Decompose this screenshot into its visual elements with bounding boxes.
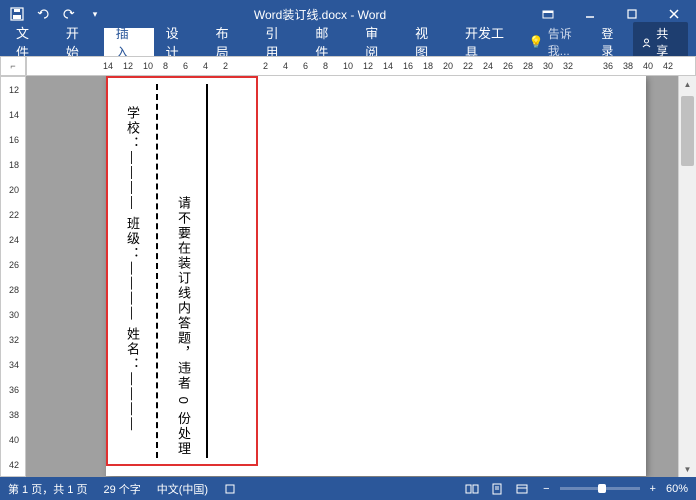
tab-file[interactable]: 文件 <box>4 28 54 56</box>
login-link[interactable]: 登录 <box>601 25 625 59</box>
ruler-tick: 38 <box>9 410 19 420</box>
page-counter[interactable]: 第 1 页，共 1 页 <box>8 481 87 497</box>
ruler-tick: 4 <box>283 61 288 71</box>
ruler-tick: 20 <box>9 185 19 195</box>
document-viewport[interactable]: 学校：———— 班级：———— 姓名：———— 请不要在装订线内答题，违者 0 … <box>26 76 678 477</box>
ruler-tick: 8 <box>323 61 328 71</box>
tab-layout[interactable]: 布局 <box>204 28 254 56</box>
ruler-tick: 2 <box>223 61 228 71</box>
vertical-ruler[interactable]: 12 14 16 18 20 22 24 26 28 30 32 34 36 38 40 42 <box>0 76 26 477</box>
share-icon <box>641 37 652 48</box>
ruler-tick: 8 <box>163 61 168 71</box>
qat-dropdown-icon[interactable]: ▾ <box>86 5 104 23</box>
ruler-area: ⌐ 14121086422468101214161820222426283032… <box>0 56 696 76</box>
ruler-tick: 2 <box>263 61 268 71</box>
ruler-tick: 40 <box>643 61 653 71</box>
ruler-tick: 42 <box>663 61 673 71</box>
word-count[interactable]: 29 个字 <box>103 481 140 497</box>
ruler-tick: 12 <box>9 85 19 95</box>
ruler-tick: 36 <box>603 61 613 71</box>
zoom-slider-knob[interactable] <box>598 484 606 493</box>
language-status[interactable]: 中文(中国) <box>157 481 208 497</box>
macro-recorder-icon[interactable] <box>224 483 236 495</box>
tell-me-search[interactable]: 💡 告诉我... <box>529 25 594 59</box>
share-label: 共享 <box>656 25 680 59</box>
ruler-tick: 36 <box>9 385 19 395</box>
vertical-scrollbar[interactable]: ▲ ▼ <box>678 76 696 477</box>
ruler-tick: 6 <box>303 61 308 71</box>
ruler-tick: 20 <box>443 61 453 71</box>
ruler-tick: 26 <box>9 260 19 270</box>
content-area: 12 14 16 18 20 22 24 26 28 30 32 34 36 38 40 42 学校：————… <box>0 76 696 477</box>
statusbar: 第 1 页，共 1 页 29 个字 中文(中国) − + 60% <box>0 477 696 500</box>
zoom-level[interactable]: 60% <box>666 483 688 495</box>
ribbon-tabs: 文件 开始 插入 设计 布局 引用 邮件 审阅 视图 开发工具 💡 告诉我...… <box>0 28 696 56</box>
ruler-tick: 34 <box>9 360 19 370</box>
ruler-tick: 10 <box>343 61 353 71</box>
ruler-tick: 26 <box>503 61 513 71</box>
ruler-tick: 12 <box>123 61 133 71</box>
quick-access-toolbar: ▾ <box>0 5 112 23</box>
tab-home[interactable]: 开始 <box>54 28 104 56</box>
zoom-out-icon[interactable]: − <box>543 483 549 495</box>
ruler-tick: 22 <box>9 210 19 220</box>
lightbulb-icon: 💡 <box>529 35 544 49</box>
zoom-slider[interactable] <box>560 487 640 490</box>
read-mode-icon[interactable] <box>461 480 483 498</box>
ruler-tick: 16 <box>403 61 413 71</box>
undo-icon[interactable] <box>34 5 52 23</box>
ruler-tick: 30 <box>543 61 553 71</box>
window-title: Word装订线.docx - Word <box>112 6 528 23</box>
ruler-tick: 28 <box>523 61 533 71</box>
ruler-tick: 32 <box>563 61 573 71</box>
tab-view[interactable]: 视图 <box>403 28 453 56</box>
save-icon[interactable] <box>8 5 26 23</box>
scrollbar-thumb[interactable] <box>681 96 694 166</box>
ruler-tick: 42 <box>9 460 19 470</box>
ruler-tick: 16 <box>9 135 19 145</box>
web-layout-icon[interactable] <box>511 480 533 498</box>
ruler-tick: 4 <box>203 61 208 71</box>
ruler-tick: 24 <box>483 61 493 71</box>
document-page[interactable]: 学校：———— 班级：———— 姓名：———— 请不要在装订线内答题，违者 0 … <box>106 76 646 476</box>
tab-references[interactable]: 引用 <box>253 28 303 56</box>
zoom-in-icon[interactable]: + <box>650 483 656 495</box>
ruler-tick: 40 <box>9 435 19 445</box>
tab-review[interactable]: 审阅 <box>353 28 403 56</box>
tell-me-label: 告诉我... <box>548 25 594 59</box>
ruler-tick: 14 <box>103 61 113 71</box>
ruler-tick: 14 <box>383 61 393 71</box>
ruler-tick: 32 <box>9 335 19 345</box>
ruler-tick: 14 <box>9 110 19 120</box>
tab-insert[interactable]: 插入 <box>104 28 154 56</box>
scroll-down-icon[interactable]: ▼ <box>679 461 696 477</box>
ruler-tick: 6 <box>183 61 188 71</box>
ruler-tick: 28 <box>9 285 19 295</box>
ruler-tick: 22 <box>463 61 473 71</box>
ruler-tick: 10 <box>143 61 153 71</box>
ruler-tick: 18 <box>9 160 19 170</box>
redo-icon[interactable] <box>60 5 78 23</box>
horizontal-ruler[interactable]: 1412108642246810121416182022242628303236… <box>26 56 696 76</box>
view-mode-buttons <box>461 480 533 498</box>
scroll-up-icon[interactable]: ▲ <box>679 76 696 92</box>
ruler-corner[interactable]: ⌐ <box>0 56 26 76</box>
print-layout-icon[interactable] <box>486 480 508 498</box>
tab-design[interactable]: 设计 <box>154 28 204 56</box>
ruler-tick: 30 <box>9 310 19 320</box>
ruler-tick: 12 <box>363 61 373 71</box>
ruler-tick: 18 <box>423 61 433 71</box>
ruler-tick: 24 <box>9 235 19 245</box>
highlight-annotation <box>106 76 258 466</box>
tab-developer[interactable]: 开发工具 <box>453 28 529 56</box>
tab-mailings[interactable]: 邮件 <box>303 28 353 56</box>
ruler-tick: 38 <box>623 61 633 71</box>
